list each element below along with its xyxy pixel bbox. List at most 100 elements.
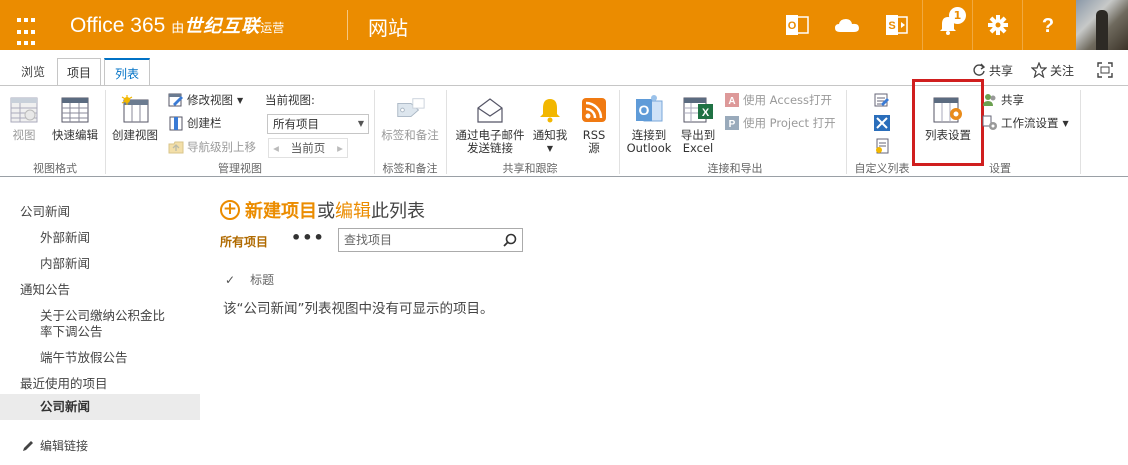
modify-view-icon: [168, 92, 184, 108]
help-icon[interactable]: ?: [1022, 0, 1072, 50]
open-access-button[interactable]: A 使用 Access打开: [724, 91, 832, 109]
sites-icon[interactable]: S: [872, 0, 922, 50]
share-action[interactable]: 共享: [972, 60, 1013, 80]
user-avatar[interactable]: [1076, 0, 1128, 50]
select-all-checkmark-icon[interactable]: ✓: [225, 273, 235, 287]
email-link-label-2: 发送链接: [467, 141, 513, 155]
svg-text:X: X: [702, 107, 710, 119]
create-column-label: 创建栏: [187, 116, 222, 130]
export-excel-button[interactable]: X 导出到 Excel: [676, 94, 720, 155]
rss-label-2: 源: [588, 141, 600, 155]
search-input[interactable]: [339, 229, 494, 251]
group-divider: [446, 90, 447, 174]
suite-divider: [347, 10, 348, 40]
view-label: 视图: [12, 128, 36, 142]
outlook-icon[interactable]: O: [772, 0, 822, 50]
nav-item-recent[interactable]: 最近使用的项目: [20, 373, 108, 392]
alert-bell-icon: [534, 94, 566, 126]
share-settings-button[interactable]: 共享: [982, 91, 1024, 109]
alert-me-button[interactable]: 通知我 ▼: [530, 94, 570, 155]
group-divider: [846, 90, 847, 174]
group-label-share-track: 共享和跟踪: [502, 162, 558, 175]
page-navigator: ◂ 当前页 ▸: [268, 138, 348, 158]
focus-content-icon[interactable]: [1097, 60, 1116, 80]
or-text: 或: [317, 201, 335, 222]
group-divider: [105, 90, 106, 174]
tags-notes-button[interactable]: 标签和备注: [378, 94, 442, 142]
customize-tools-icon[interactable]: [874, 114, 893, 132]
tab-list[interactable]: 列表: [104, 58, 150, 86]
people-icon: [982, 92, 998, 108]
nav-item-external-news[interactable]: 外部新闻: [40, 227, 90, 246]
workflow-settings-label: 工作流设置: [1001, 116, 1059, 130]
more-views-button[interactable]: •••: [291, 228, 325, 247]
all-items-view-link[interactable]: 所有项目: [220, 233, 268, 250]
nav-item-company-news[interactable]: 公司新闻: [20, 201, 70, 220]
navigate-up-button[interactable]: 导航级别上移: [168, 138, 256, 156]
onedrive-icon[interactable]: [822, 0, 872, 50]
brand-logo[interactable]: Office 365 由世纪互联运营: [70, 12, 284, 38]
prev-page-icon[interactable]: ◂: [269, 141, 283, 155]
svg-text:A: A: [728, 96, 735, 107]
gear-icon[interactable]: [972, 0, 1022, 50]
email-link-button[interactable]: 通过电子邮件 发送链接: [451, 94, 529, 155]
edit-list-icon[interactable]: [874, 91, 893, 109]
edit-links-button[interactable]: 编辑链接: [22, 437, 88, 454]
nav-item-company-news-recent[interactable]: 公司新闻: [0, 394, 200, 420]
add-icon[interactable]: +: [220, 200, 240, 220]
site-name[interactable]: 网站: [368, 12, 408, 41]
create-column-button[interactable]: 创建栏: [168, 114, 222, 132]
open-project-button[interactable]: P 使用 Project 打开: [724, 114, 836, 132]
group-divider: [374, 90, 375, 174]
search-icon[interactable]: [503, 233, 517, 247]
create-column-icon: [168, 115, 184, 131]
nav-item-fund-notice-line2[interactable]: 率下调公告: [40, 321, 103, 340]
outlook-connect-icon: O: [633, 94, 665, 126]
edit-list-link[interactable]: 编辑: [335, 197, 371, 223]
search-box: [338, 228, 523, 252]
open-project-label: 使用 Project 打开: [743, 116, 836, 130]
form-settings-icon[interactable]: [874, 137, 893, 155]
nav-item-internal-news[interactable]: 内部新闻: [40, 253, 90, 272]
create-view-icon: [119, 94, 151, 126]
create-view-button[interactable]: 创建视图: [110, 94, 160, 142]
alert-me-label: 通知我: [532, 128, 568, 142]
excel-label-2: Excel: [682, 141, 714, 155]
workflow-settings-button[interactable]: 工作流设置 ▼: [982, 114, 1069, 132]
project-icon: P: [724, 115, 740, 131]
new-item-heading: + 新建项目 或 编辑 此列表: [220, 197, 425, 223]
new-item-link[interactable]: 新建项目: [245, 197, 317, 223]
notifications-button[interactable]: 1: [922, 0, 972, 50]
group-label-settings: 设置: [989, 162, 1011, 175]
svg-text:O: O: [639, 102, 650, 118]
tags-notes-label: 标签和备注: [381, 128, 439, 142]
follow-label: 关注: [1050, 63, 1075, 78]
create-view-label: 创建视图: [112, 128, 158, 142]
empty-list-message: 该“公司新闻”列表视图中没有可显示的项目。: [223, 301, 494, 317]
connect-outlook-button[interactable]: O 连接到 Outlook: [624, 94, 674, 155]
next-page-icon[interactable]: ▸: [333, 141, 347, 155]
group-label-view-format: 视图格式: [33, 162, 77, 175]
column-title-header[interactable]: 标题: [250, 271, 274, 288]
excel-icon: X: [682, 94, 714, 126]
view-button[interactable]: 视图: [8, 94, 40, 142]
app-launcher-icon[interactable]: [0, 0, 50, 50]
current-view-select[interactable]: 所有项目 ▼: [267, 114, 369, 134]
brand-by: 由: [171, 20, 185, 35]
tab-browse[interactable]: 浏览: [12, 58, 54, 86]
quick-edit-button[interactable]: 快速编辑: [50, 94, 100, 142]
svg-text:?: ?: [1041, 15, 1053, 36]
current-view-label: 当前视图:: [265, 93, 315, 107]
open-access-label: 使用 Access打开: [743, 93, 833, 107]
quick-edit-label: 快速编辑: [52, 128, 98, 142]
chevron-down-icon: ▼: [1062, 118, 1069, 128]
modify-view-button[interactable]: 修改视图 ▼: [168, 91, 243, 109]
follow-action[interactable]: 关注: [1031, 60, 1074, 80]
nav-item-notices[interactable]: 通知公告: [20, 279, 70, 298]
brand-main: Office 365: [70, 14, 166, 37]
nav-item-holiday-notice[interactable]: 端午节放假公告: [40, 347, 128, 366]
list-column-header: ✓ 标题: [225, 271, 274, 288]
rss-icon: [578, 94, 610, 126]
rss-feed-button[interactable]: RSS 源: [576, 94, 612, 155]
tab-items[interactable]: 项目: [57, 58, 101, 86]
